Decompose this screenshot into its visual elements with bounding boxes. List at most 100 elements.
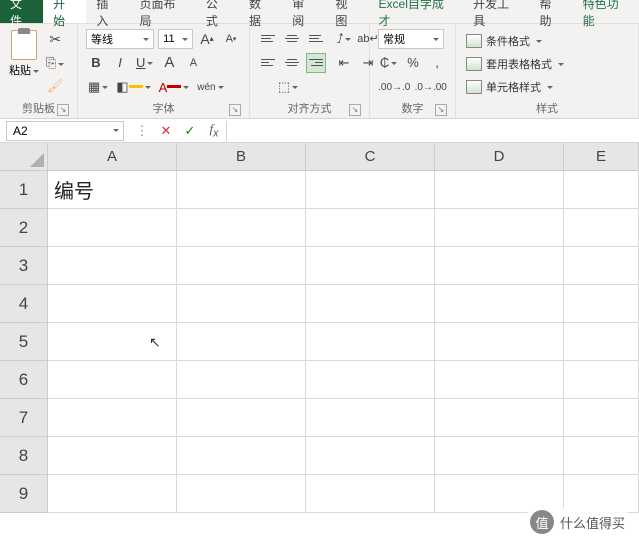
- cell-A5[interactable]: [48, 323, 177, 361]
- cell-C9[interactable]: [306, 475, 435, 513]
- copy-button[interactable]: ⎘: [44, 53, 66, 73]
- increase-decimal-button[interactable]: .00→.0: [378, 77, 411, 97]
- tab-formulas[interactable]: 公式: [196, 0, 239, 23]
- align-middle-button[interactable]: [282, 29, 302, 49]
- cell-styles-button[interactable]: 单元格样式: [464, 77, 630, 97]
- cell-D6[interactable]: [435, 361, 564, 399]
- row-header-4[interactable]: 4: [0, 285, 48, 323]
- cut-button[interactable]: ✂: [44, 30, 66, 50]
- select-all-triangle[interactable]: [0, 143, 48, 171]
- cell-D1[interactable]: [435, 171, 564, 209]
- cell-C2[interactable]: [306, 209, 435, 247]
- cell-A1[interactable]: 编号: [48, 171, 177, 209]
- bold-button[interactable]: B: [86, 53, 106, 73]
- number-dialog-launcher[interactable]: ↘: [435, 104, 447, 116]
- cell-B8[interactable]: [177, 437, 306, 475]
- tab-file[interactable]: 文件: [0, 0, 43, 23]
- row-header-7[interactable]: 7: [0, 399, 48, 437]
- cell-A3[interactable]: [48, 247, 177, 285]
- tab-home[interactable]: 开始: [43, 0, 86, 23]
- row-header-1[interactable]: 1: [0, 171, 48, 209]
- merge-center-button[interactable]: ⬚: [258, 77, 318, 97]
- decrease-indent-button[interactable]: ⇤: [334, 53, 354, 73]
- formula-input[interactable]: [226, 121, 639, 141]
- cell-C6[interactable]: [306, 361, 435, 399]
- cell-B9[interactable]: [177, 475, 306, 513]
- cell-D4[interactable]: [435, 285, 564, 323]
- col-header-C[interactable]: C: [306, 143, 435, 171]
- alignment-dialog-launcher[interactable]: ↘: [349, 104, 361, 116]
- cell-D5[interactable]: [435, 323, 564, 361]
- number-format-select[interactable]: 常规: [378, 29, 444, 49]
- tab-help[interactable]: 帮助: [530, 0, 573, 23]
- cell-E3[interactable]: [564, 247, 639, 285]
- tab-review[interactable]: 审阅: [282, 0, 325, 23]
- col-header-D[interactable]: D: [435, 143, 564, 171]
- cell-B4[interactable]: [177, 285, 306, 323]
- cell-C7[interactable]: [306, 399, 435, 437]
- align-right-button[interactable]: [306, 53, 326, 73]
- italic-button[interactable]: I: [110, 53, 130, 73]
- accounting-format-button[interactable]: ₵: [378, 53, 399, 73]
- tab-page-layout[interactable]: 页面布局: [130, 0, 196, 23]
- cancel-edit-button[interactable]: ✕: [154, 123, 178, 139]
- cell-E2[interactable]: [564, 209, 639, 247]
- tab-data[interactable]: 数据: [239, 0, 282, 23]
- align-left-button[interactable]: [258, 53, 278, 73]
- shrink-font-2-button[interactable]: A: [183, 53, 203, 73]
- font-name-select[interactable]: 等线: [86, 29, 154, 49]
- row-header-2[interactable]: 2: [0, 209, 48, 247]
- decrease-decimal-button[interactable]: .0→.00: [415, 77, 448, 97]
- orientation-button[interactable]: ⭜: [334, 29, 354, 49]
- row-header-8[interactable]: 8: [0, 437, 48, 475]
- cell-B6[interactable]: [177, 361, 306, 399]
- cell-A9[interactable]: [48, 475, 177, 513]
- align-bottom-button[interactable]: [306, 29, 326, 49]
- cell-E8[interactable]: [564, 437, 639, 475]
- format-table-button[interactable]: 套用表格格式: [464, 54, 630, 74]
- font-color-button[interactable]: A: [157, 77, 192, 97]
- tab-view[interactable]: 视图: [325, 0, 368, 23]
- cell-C8[interactable]: [306, 437, 435, 475]
- cell-E1[interactable]: [564, 171, 639, 209]
- row-header-9[interactable]: 9: [0, 475, 48, 513]
- col-header-A[interactable]: A: [48, 143, 177, 171]
- confirm-edit-button[interactable]: ✓: [178, 123, 202, 139]
- insert-function-button[interactable]: fx: [202, 121, 226, 140]
- format-painter-button[interactable]: 🖌: [44, 76, 66, 96]
- col-header-B[interactable]: B: [177, 143, 306, 171]
- row-header-3[interactable]: 3: [0, 247, 48, 285]
- cell-E7[interactable]: [564, 399, 639, 437]
- cell-A6[interactable]: [48, 361, 177, 399]
- cell-C1[interactable]: [306, 171, 435, 209]
- cell-B5[interactable]: [177, 323, 306, 361]
- font-size-select[interactable]: 11: [158, 29, 193, 49]
- fill-color-button[interactable]: ◧: [114, 77, 152, 97]
- cell-E5[interactable]: [564, 323, 639, 361]
- tab-excel-addon[interactable]: Excel自学成才: [369, 0, 464, 23]
- cell-A8[interactable]: [48, 437, 177, 475]
- tab-special[interactable]: 特色功能: [573, 0, 639, 23]
- cell-B7[interactable]: [177, 399, 306, 437]
- cell-C4[interactable]: [306, 285, 435, 323]
- paste-button[interactable]: 粘贴: [6, 28, 42, 98]
- cell-B3[interactable]: [177, 247, 306, 285]
- underline-button[interactable]: U: [134, 53, 155, 73]
- row-header-6[interactable]: 6: [0, 361, 48, 399]
- tab-developer[interactable]: 开发工具: [463, 0, 529, 23]
- name-box[interactable]: A2: [6, 121, 124, 141]
- percent-button[interactable]: %: [403, 53, 423, 73]
- cell-B2[interactable]: [177, 209, 306, 247]
- cell-D2[interactable]: [435, 209, 564, 247]
- comma-button[interactable]: ,: [427, 53, 447, 73]
- cell-E4[interactable]: [564, 285, 639, 323]
- borders-button[interactable]: ▦: [86, 77, 110, 97]
- cell-C5[interactable]: [306, 323, 435, 361]
- shrink-font-button[interactable]: A▾: [221, 29, 241, 49]
- cell-A2[interactable]: [48, 209, 177, 247]
- cell-A7[interactable]: [48, 399, 177, 437]
- cell-A4[interactable]: [48, 285, 177, 323]
- cell-E6[interactable]: [564, 361, 639, 399]
- cell-C3[interactable]: [306, 247, 435, 285]
- align-top-button[interactable]: [258, 29, 278, 49]
